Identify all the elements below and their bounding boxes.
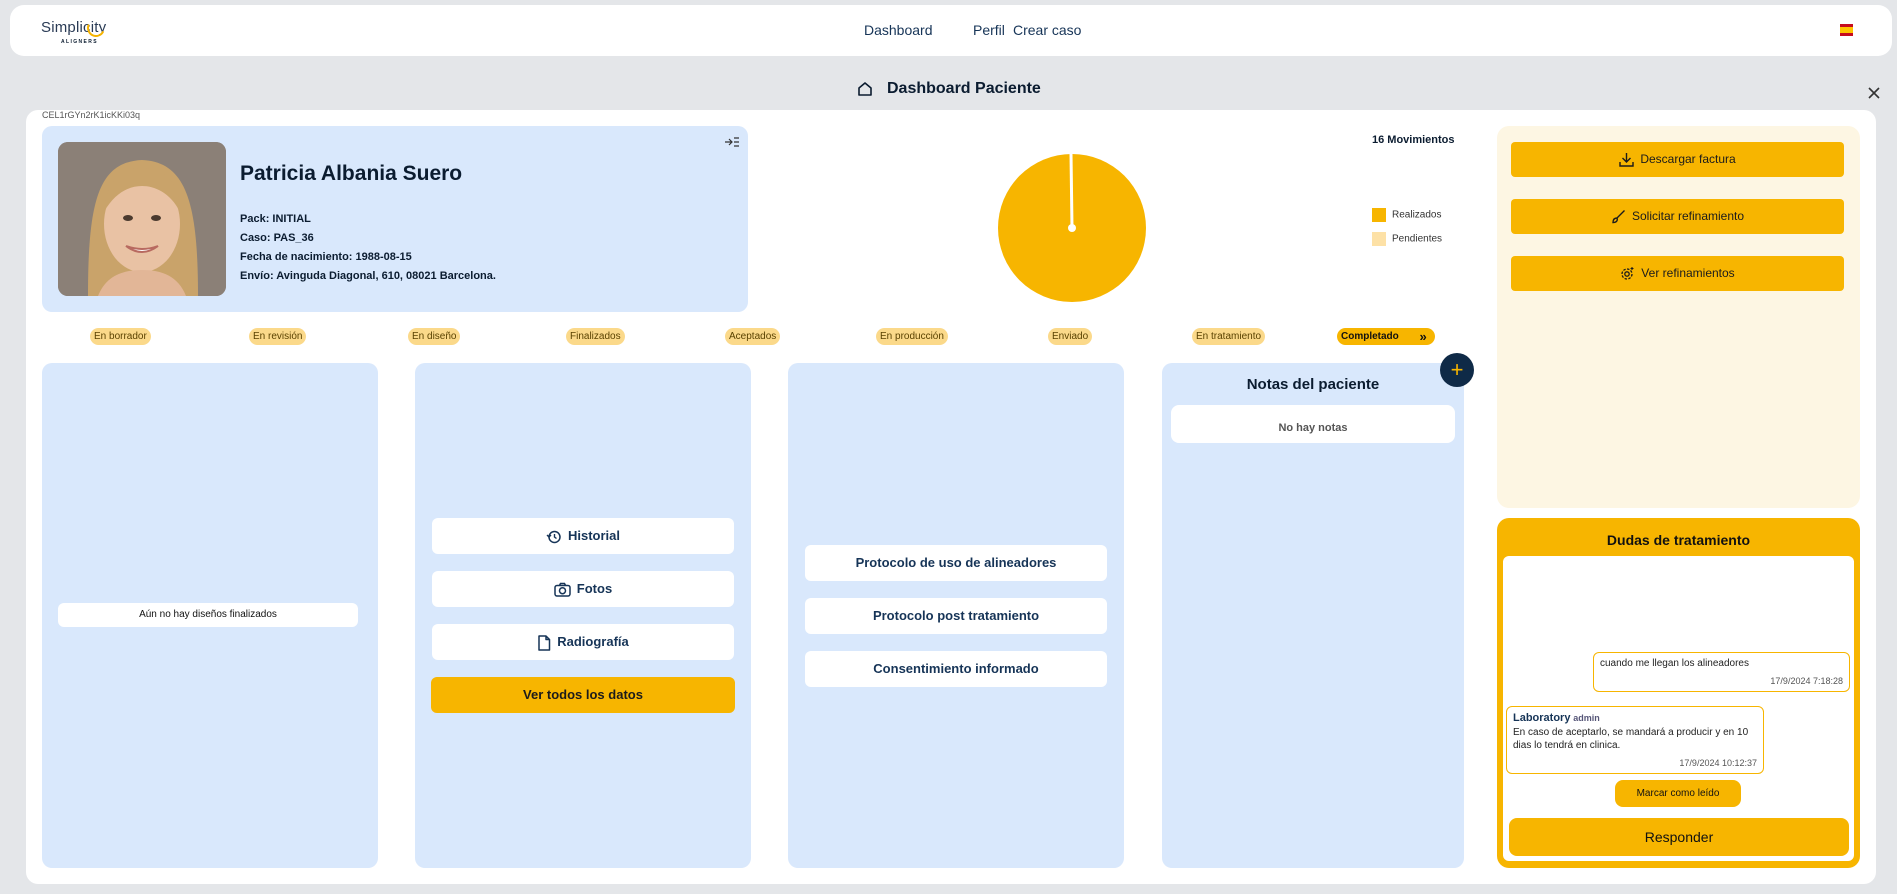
pie-start-divider [1069, 153, 1074, 229]
historial-label: Historial [567, 528, 620, 543]
stage-completado: Completado » [1337, 328, 1435, 345]
ver-refinamientos-button[interactable]: Ver refinamientos [1511, 256, 1844, 291]
download-icon [1619, 153, 1635, 168]
protocolo-post-button[interactable]: Protocolo post tratamiento [805, 598, 1107, 634]
solicitar-refinamiento-button[interactable]: Solicitar refinamiento [1511, 199, 1844, 234]
patient-birthdate: Fecha de nacimiento: 1988-08-15 [240, 251, 412, 263]
stage-enviado: Enviado [1048, 328, 1093, 345]
message-text: cuando me llegan los alineadores [1600, 658, 1749, 669]
stage-aceptados: Aceptados [725, 328, 781, 345]
stage-en-tratamiento: En tratamiento [1192, 328, 1266, 345]
ver-todos-los-datos-button[interactable]: Ver todos los datos [431, 677, 735, 713]
file-icon [538, 634, 551, 651]
protocols-column: Protocolo de uso de alineadores Protocol… [788, 363, 1124, 868]
legend-realizados: Realizados [1372, 208, 1441, 222]
message-header: Laboratory admin [1513, 712, 1757, 724]
no-designs-message: Aún no hay diseños finalizados [58, 603, 358, 627]
stage-en-diseno: En diseño [408, 328, 461, 345]
legend-swatch-pendientes [1372, 232, 1386, 246]
brush-icon [1612, 210, 1625, 224]
logo-subtext: ALIGNERS [61, 39, 99, 45]
message-time: 17/9/2024 10:12:37 [1679, 758, 1757, 768]
nav-perfil[interactable]: Perfil [973, 22, 1005, 38]
add-note-button[interactable]: + [1440, 353, 1474, 387]
message-role: admin [1573, 713, 1600, 723]
pie-center-dot [1068, 224, 1076, 232]
close-icon[interactable] [1866, 85, 1882, 101]
nav-dashboard[interactable]: Dashboard [864, 22, 933, 38]
stage-en-borrador: En borrador [90, 328, 151, 345]
stage-en-produccion: En producción [876, 328, 948, 345]
designs-column: Aún no hay diseños finalizados [42, 363, 378, 868]
movements-pie-chart [998, 153, 1146, 302]
stage-en-revision: En revisión [249, 328, 307, 345]
simplicity-logo[interactable]: Simplicity ALIGNERS [41, 15, 121, 47]
patient-card: Patricia Albania Suero Pack: INITIAL Cas… [42, 126, 748, 312]
spain-flag-icon[interactable] [1840, 24, 1853, 36]
fotos-button[interactable]: Fotos [432, 571, 734, 607]
solicitar-refinamiento-label: Solicitar refinamiento [1631, 209, 1745, 223]
stage-finalizados: Finalizados [566, 328, 625, 345]
historial-button[interactable]: Historial [432, 518, 734, 554]
message-text: En caso de aceptarlo, se mandará a produ… [1513, 727, 1749, 751]
gear-sparkle-icon [1621, 267, 1634, 280]
chat-message-patient: cuando me llegan los alineadores 17/9/20… [1593, 652, 1850, 692]
doubts-title: Dudas de tratamiento [1606, 532, 1751, 548]
message-author: Laboratory [1513, 712, 1571, 724]
legend-swatch-realizados [1372, 208, 1386, 222]
legend-label-realizados: Realizados [1392, 209, 1442, 221]
ver-refinamientos-label: Ver refinamientos [1641, 266, 1735, 280]
radiografia-label: Radiografía [557, 634, 629, 649]
responder-button[interactable]: Responder [1509, 818, 1849, 856]
radiografia-button[interactable]: Radiografía [432, 624, 734, 660]
marcar-leido-button[interactable]: Marcar como leído [1615, 780, 1741, 807]
protocolo-uso-button[interactable]: Protocolo de uso de alineadores [805, 545, 1107, 581]
nav-crear-caso[interactable]: Crear caso [1013, 22, 1081, 38]
stage-completado-label: Completado [1341, 331, 1399, 342]
status-stepper: En borrador En revisión En diseño Finali… [42, 326, 1437, 346]
chat-message-lab: Laboratory admin En caso de aceptarlo, s… [1506, 706, 1764, 774]
camera-icon [554, 582, 571, 597]
fotos-label: Fotos [576, 581, 613, 596]
chat-area: cuando me llegan los alineadores 17/9/20… [1503, 556, 1854, 861]
notes-title: Notas del paciente [1246, 376, 1380, 393]
patient-case: Caso: PAS_36 [240, 232, 314, 244]
collapse-panel-icon[interactable] [724, 136, 740, 148]
patient-pack: Pack: INITIAL [240, 213, 311, 225]
double-chevron-right-icon: » [1419, 329, 1427, 344]
history-icon [546, 530, 561, 543]
no-notes-message: No hay notas [1171, 405, 1455, 443]
home-icon [858, 82, 872, 96]
actions-panel: Descargar factura Solicitar refinamiento… [1497, 126, 1860, 508]
records-column: Historial Fotos Radiografía Ver todos lo… [415, 363, 751, 868]
case-id: CEL1rGYn2rK1icKKi03q [42, 110, 141, 120]
chart-title: 16 Movimientos [1372, 134, 1455, 146]
patient-photo [58, 142, 226, 296]
doubts-panel: Dudas de tratamiento cuando me llegan lo… [1497, 518, 1860, 868]
top-navbar: Simplicity ALIGNERS Dashboard Perfil Cre… [10, 5, 1892, 56]
legend-label-pendientes: Pendientes [1392, 233, 1443, 245]
legend-pendientes: Pendientes [1372, 232, 1442, 246]
patient-portrait-image [58, 142, 226, 296]
descargar-factura-label: Descargar factura [1640, 152, 1736, 166]
patient-shipping: Envío: Avinguda Diagonal, 610, 08021 Bar… [240, 270, 496, 282]
notes-column: Notas del paciente No hay notas [1162, 363, 1464, 868]
page-title-text: Dashboard Paciente [887, 80, 1041, 97]
message-time: 17/9/2024 7:18:28 [1770, 676, 1843, 686]
patient-name: Patricia Albania Suero [240, 162, 463, 185]
descargar-factura-button[interactable]: Descargar factura [1511, 142, 1844, 177]
consentimiento-button[interactable]: Consentimiento informado [805, 651, 1107, 687]
